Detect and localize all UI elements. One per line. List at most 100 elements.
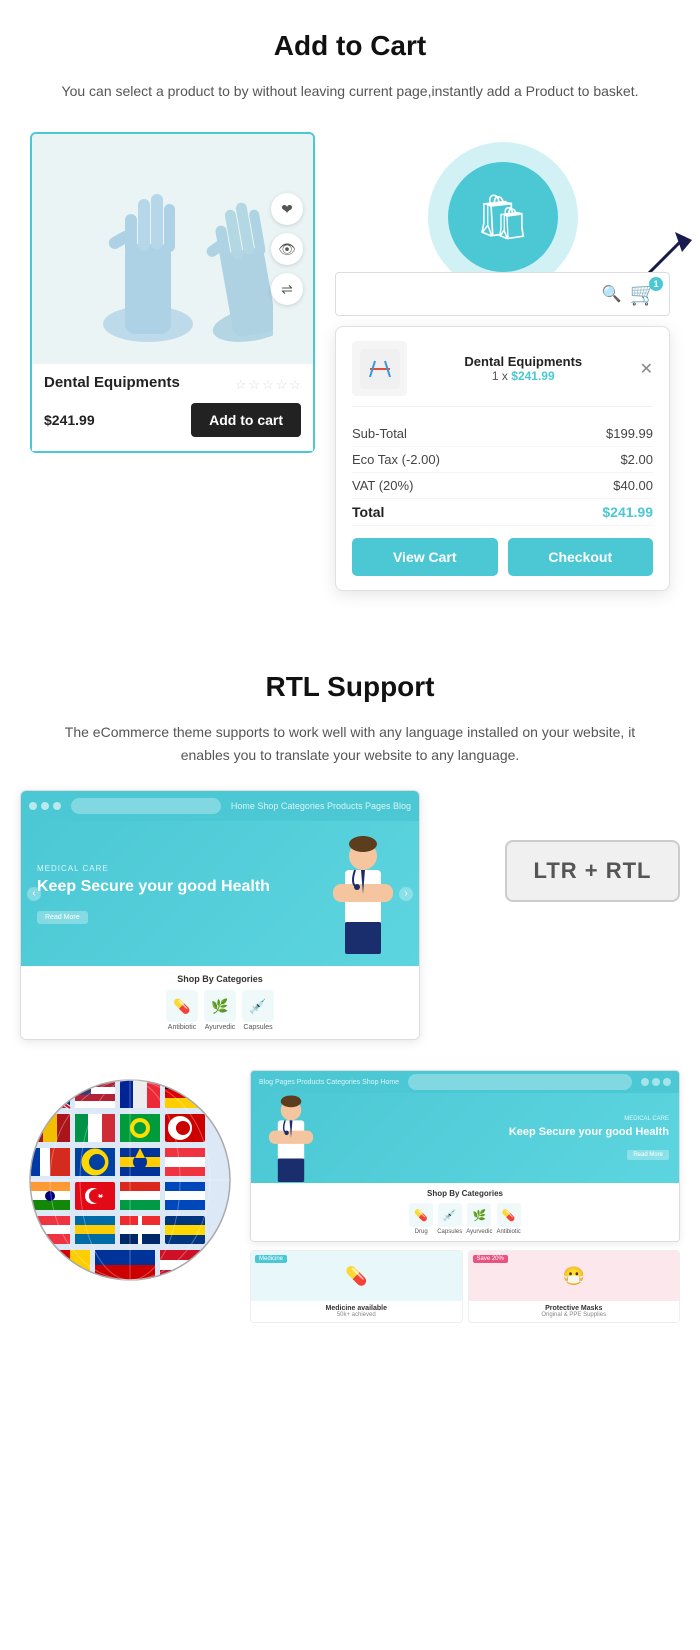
eco-tax-label: Eco Tax (-2.00) [352,452,440,467]
rtl-cat-label-capsules: Capsules [437,1229,462,1235]
rtl-url-bar [408,1074,632,1090]
search-cart-row: 🔍 🛒 1 [335,272,670,316]
category-item-1: 💊 Antibiotic [166,990,198,1031]
search-icon[interactable]: 🔍 [602,284,622,304]
rtl-cat-capsules: 💉 Capsules [437,1203,462,1235]
product-cards-row: 💊 Medicine Medicine available 50k+ achie… [250,1250,680,1323]
rtl-nav-links: Blog Pages Products Categories Shop Home [259,1079,399,1086]
cart-count-badge: 1 [649,277,663,291]
total-label: Total [352,504,384,520]
mini-card-name-1: Medicine available [255,1305,458,1312]
browser-nav-links: Home Shop Categories Products Pages Blog [231,801,411,811]
product-info: Dental Equipments ☆ ☆ ☆ ☆ ☆ $241.99 Add … [32,364,313,451]
mini-card-badge-1: Medicine [255,1255,287,1263]
rtl-cat-drug: 💊 Drug [409,1203,433,1235]
browser-dot-b [652,1078,660,1086]
rtl-category-label: MEDICAL CARE [321,1116,669,1122]
rtl-cat-label-antibiotic: Antibiotic [496,1229,520,1235]
rtl-support-section: RTL Support The eCommerce theme supports… [0,631,700,1363]
subtotal-label: Sub-Total [352,426,407,441]
product-stars: ☆ ☆ ☆ ☆ ☆ [235,377,301,393]
bag-circle-outer: 🛍 [428,142,578,292]
mini-product-card-1: 💊 Medicine Medicine available 50k+ achie… [250,1250,463,1323]
vat-label: VAT (20%) [352,478,413,493]
hero-title: Keep Secure your good Health [37,877,323,898]
vat-row: VAT (20%) $40.00 [352,473,653,499]
wishlist-icon[interactable]: ❤ [271,193,303,225]
rtl-cat-ayurvedic: 🌿 Ayurvedic [466,1203,492,1235]
browser-dot-3 [53,802,61,810]
ltr-browser-mockup: Home Shop Categories Products Pages Blog… [20,790,420,1040]
eco-tax-row: Eco Tax (-2.00) $2.00 [352,447,653,473]
cart-popup-area: 🛍 🔍 🛒 1 [335,132,670,591]
category-item-3: 💉 Capsules [242,990,274,1031]
mini-card-badge-2: Save 20% [473,1255,508,1263]
quick-view-icon[interactable]: 👁 [271,233,303,265]
category-item-2: 🌿 Ayurvedic [204,990,236,1031]
rtl-browser-bar: Blog Pages Products Categories Shop Home [251,1071,679,1093]
doctor-figure [323,834,403,954]
product-info-row: Dental Equipments ☆ ☆ ☆ ☆ ☆ [44,374,301,395]
rtl-screenshots-stack: Blog Pages Products Categories Shop Home… [250,1070,680,1323]
cart-item-details: Dental Equipments 1 x $241.99 [417,354,630,383]
section-title: Add to Cart [20,30,680,62]
rtl-doctor-figure [261,1094,321,1182]
eco-tax-value: $2.00 [620,452,653,467]
add-to-cart-button[interactable]: Add to cart [191,403,301,437]
categories-row: 💊 Antibiotic 🌿 Ayurvedic 💉 Capsules [29,990,411,1031]
mini-card-sub-2: Original & PPE Supplies [473,1312,676,1318]
gloves-image [73,144,273,354]
shop-categories-heading: Shop By Categories [29,974,411,984]
rtl-cat-label-drug: Drug [415,1229,428,1235]
next-arrow[interactable]: › [399,887,413,901]
checkout-button[interactable]: Checkout [508,538,654,576]
subtotal-value: $199.99 [606,426,653,441]
browser-nav-bar: Home Shop Categories Products Pages Blog [21,791,419,821]
mini-card-icon-2: 😷 [563,1266,585,1287]
cart-badge[interactable]: 🛒 1 [630,281,657,307]
category-icon-antibiotic: 💊 [166,990,198,1022]
rtl-hero: MEDICAL CARE Keep Secure your good Healt… [251,1093,679,1183]
mini-card-sub-1: 50k+ achieved [255,1312,458,1318]
compare-icon[interactable]: ⇌ [271,273,303,305]
grand-total-row: Total $241.99 [352,499,653,526]
rtl-cat-icon-ayurvedic: 🌿 [467,1203,491,1227]
browser-dot-2 [41,802,49,810]
browser-dot-1 [29,802,37,810]
rtl-section-description: The eCommerce theme supports to work wel… [60,721,640,766]
rtl-hero-btn[interactable]: Read More [627,1150,669,1160]
section-description: You can select a product to by without l… [60,80,640,102]
cart-item-remove-button[interactable]: ✕ [640,359,653,379]
view-cart-button[interactable]: View Cart [352,538,498,576]
cart-dropdown: Dental Equipments 1 x $241.99 ✕ Sub-Tota… [335,326,670,591]
total-value: $241.99 [602,504,653,520]
mini-card-image-2: 😷 Save 20% [469,1251,680,1301]
product-actions: ❤ 👁 ⇌ [271,193,303,305]
rtl-hero-text: MEDICAL CARE Keep Secure your good Healt… [321,1116,669,1160]
rtl-demo-area: Home Shop Categories Products Pages Blog… [20,790,680,1060]
product-price: $241.99 [44,412,95,428]
category-icon-capsules: 💉 [242,990,274,1022]
browser-dot-c [641,1078,649,1086]
cart-item-row: Dental Equipments 1 x $241.99 ✕ [352,341,653,407]
globe-icon [20,1070,240,1290]
category-label-capsules: Capsules [243,1024,272,1031]
mini-product-card-2: 😷 Save 20% Protective Masks Original & P… [468,1250,681,1323]
ltr-rtl-badge: LTR + RTL [505,840,680,902]
category-label-ayurvedic: Ayurvedic [205,1024,236,1031]
rtl-shop-categories: Shop By Categories [257,1189,673,1198]
vat-value: $40.00 [613,478,653,493]
bag-circle-inner: 🛍 [448,162,558,272]
rtl-browser-lower: Shop By Categories 💊 Drug 💉 Capsules 🌿 [251,1183,679,1241]
mini-card-body-2: Protective Masks Original & PPE Supplies [469,1301,680,1322]
cart-item-image [352,341,407,396]
shopping-bag-icon: 🛍 [475,191,531,243]
rtl-section-title: RTL Support [20,671,680,703]
hero-read-more[interactable]: Read More [37,911,88,924]
rtl-cat-icon-antibiotic: 💊 [497,1203,521,1227]
cart-item-thumb [360,349,400,389]
product-card: ❤ 👁 ⇌ Dental Equipments ☆ ☆ ☆ ☆ ☆ [30,132,315,453]
mini-card-name-2: Protective Masks [473,1305,676,1312]
browser-dot-a [663,1078,671,1086]
mini-card-body-1: Medicine available 50k+ achieved [251,1301,462,1322]
